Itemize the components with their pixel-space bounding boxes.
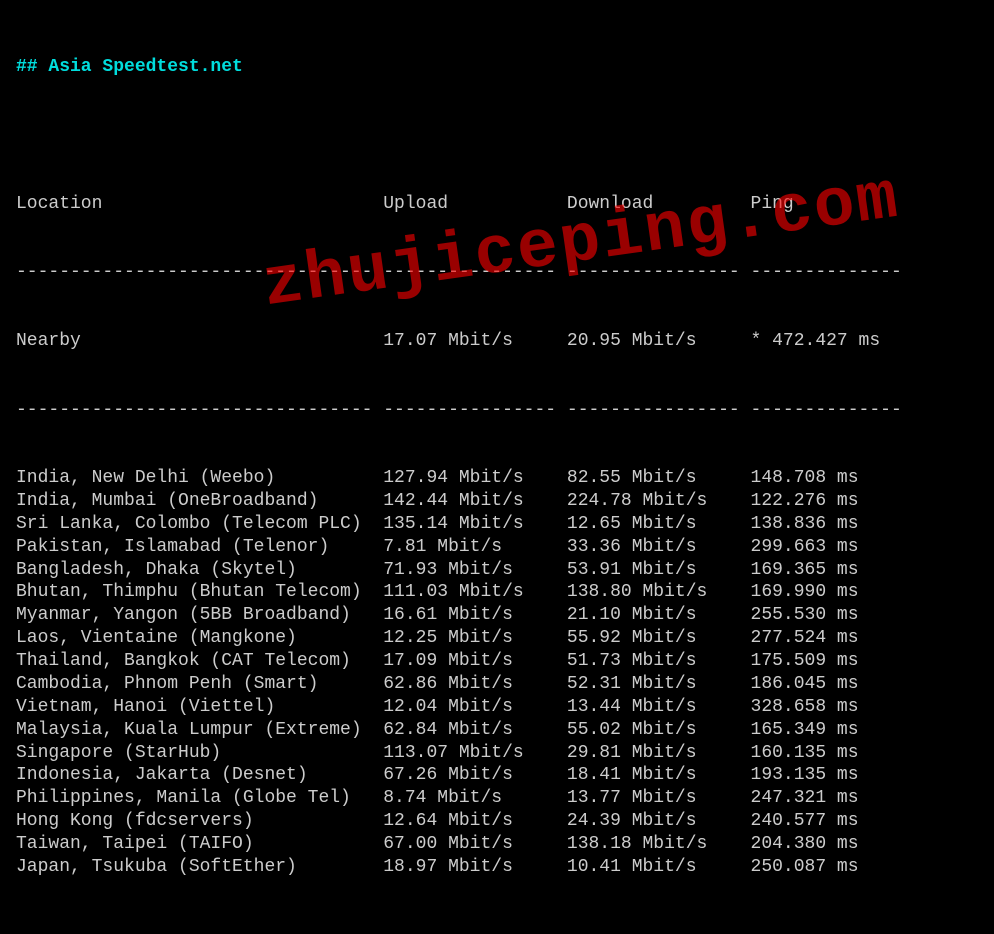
table-row: Taiwan, Taipei (TAIFO) 67.00 Mbit/s 138.… — [16, 833, 978, 856]
table-row: Malaysia, Kuala Lumpur (Extreme) 62.84 M… — [16, 719, 978, 742]
table-row: Japan, Tsukuba (SoftEther) 18.97 Mbit/s … — [16, 856, 978, 879]
table-row: Philippines, Manila (Globe Tel) 8.74 Mbi… — [16, 787, 978, 810]
table-row: Bangladesh, Dhaka (Skytel) 71.93 Mbit/s … — [16, 559, 978, 582]
blank-line — [16, 124, 978, 147]
table-row: Hong Kong (fdcservers) 12.64 Mbit/s 24.3… — [16, 810, 978, 833]
table-row: Cambodia, Phnom Penh (Smart) 62.86 Mbit/… — [16, 673, 978, 696]
table-row: Singapore (StarHub) 113.07 Mbit/s 29.81 … — [16, 742, 978, 765]
watermark-text: zhujiceping.com — [257, 156, 905, 331]
table-row: Pakistan, Islamabad (Telenor) 7.81 Mbit/… — [16, 536, 978, 559]
table-row: India, Mumbai (OneBroadband) 142.44 Mbit… — [16, 490, 978, 513]
table-row: Vietnam, Hanoi (Viettel) 12.04 Mbit/s 13… — [16, 696, 978, 719]
nearby-row: Nearby 17.07 Mbit/s 20.95 Mbit/s * 472.4… — [16, 330, 978, 353]
table-body: India, New Delhi (Weebo) 127.94 Mbit/s 8… — [16, 467, 978, 878]
table-header: Location Upload Download Ping — [16, 193, 978, 216]
table-row: Indonesia, Jakarta (Desnet) 67.26 Mbit/s… — [16, 764, 978, 787]
divider: --------------------------------- ------… — [16, 261, 978, 284]
table-row: Laos, Vientaine (Mangkone) 12.25 Mbit/s … — [16, 627, 978, 650]
divider: --------------------------------- ------… — [16, 399, 978, 422]
section-title: ## Asia Speedtest.net — [16, 56, 978, 79]
table-row: Myanmar, Yangon (5BB Broadband) 16.61 Mb… — [16, 604, 978, 627]
table-row: Thailand, Bangkok (CAT Telecom) 17.09 Mb… — [16, 650, 978, 673]
table-row: Bhutan, Thimphu (Bhutan Telecom) 111.03 … — [16, 581, 978, 604]
table-row: Sri Lanka, Colombo (Telecom PLC) 135.14 … — [16, 513, 978, 536]
table-row: India, New Delhi (Weebo) 127.94 Mbit/s 8… — [16, 467, 978, 490]
terminal-output: ## Asia Speedtest.net Location Upload Do… — [0, 0, 994, 934]
